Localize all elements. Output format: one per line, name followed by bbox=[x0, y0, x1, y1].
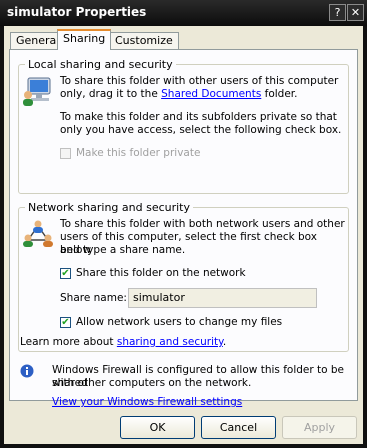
make-private-checkbox[interactable] bbox=[60, 148, 71, 159]
local-text-1b-post: folder. bbox=[261, 88, 298, 100]
title-bar[interactable]: simulator Properties ? ✕ bbox=[0, 0, 367, 26]
allow-change-checkbox[interactable]: ✔ bbox=[60, 317, 71, 328]
network-text-a: To share this folder with both network u… bbox=[60, 218, 345, 230]
sharing-panel: Local sharing and security To share this… bbox=[9, 49, 358, 408]
allow-change-label[interactable]: Allow network users to change my files bbox=[76, 316, 282, 329]
network-users-icon bbox=[23, 220, 53, 247]
local-text-1a: To share this folder with other users of… bbox=[60, 75, 339, 87]
network-sharing-group: Network sharing and security To share th… bbox=[18, 201, 349, 352]
network-group-label: Network sharing and security bbox=[25, 201, 194, 214]
share-name-label: Share name: bbox=[60, 292, 127, 304]
sharing-security-link[interactable]: sharing and security bbox=[117, 336, 223, 348]
make-private-label[interactable]: Make this folder private bbox=[76, 147, 200, 160]
learn-more-post: . bbox=[222, 336, 227, 348]
close-button[interactable]: ✕ bbox=[347, 4, 364, 21]
window-title: simulator Properties bbox=[7, 5, 147, 19]
firewall-text-b: with other computers on the network. bbox=[52, 377, 252, 389]
ok-button[interactable]: OK bbox=[120, 416, 195, 439]
local-sharing-group: Local sharing and security To share this… bbox=[18, 58, 349, 194]
local-text-1b: only, drag it to the Shared Documents fo… bbox=[60, 88, 298, 101]
local-text-1b-pre: only, drag it to the bbox=[60, 88, 162, 100]
local-group-label: Local sharing and security bbox=[25, 58, 176, 71]
network-text-c: and type a share name. bbox=[60, 244, 186, 256]
share-name-field[interactable]: simulator bbox=[128, 288, 317, 308]
dialog-client: General Sharing Customize Local sharing … bbox=[4, 26, 363, 444]
local-text-2a: To make this folder and its subfolders p… bbox=[60, 111, 337, 123]
tab-sharing[interactable]: Sharing bbox=[57, 29, 112, 50]
share-on-network-checkbox[interactable]: ✔ bbox=[60, 268, 71, 279]
tab-customize[interactable]: Customize bbox=[109, 32, 179, 49]
apply-button[interactable]: Apply bbox=[282, 416, 357, 439]
properties-window: simulator Properties ? ✕ General Sharing… bbox=[0, 0, 367, 448]
share-on-network-label[interactable]: Share this folder on the network bbox=[76, 267, 246, 280]
local-text-2b: only you have access, select the followi… bbox=[60, 124, 342, 136]
cancel-button[interactable]: Cancel bbox=[201, 416, 276, 439]
learn-more-pre: Learn more about bbox=[20, 336, 117, 348]
computer-users-icon bbox=[23, 77, 51, 106]
shared-documents-link[interactable]: Shared Documents bbox=[161, 88, 261, 100]
info-icon bbox=[20, 364, 34, 378]
firewall-settings-link[interactable]: View your Windows Firewall settings bbox=[52, 396, 242, 409]
help-button[interactable]: ? bbox=[329, 4, 346, 21]
learn-more-text: Learn more about sharing and security. bbox=[20, 336, 226, 349]
